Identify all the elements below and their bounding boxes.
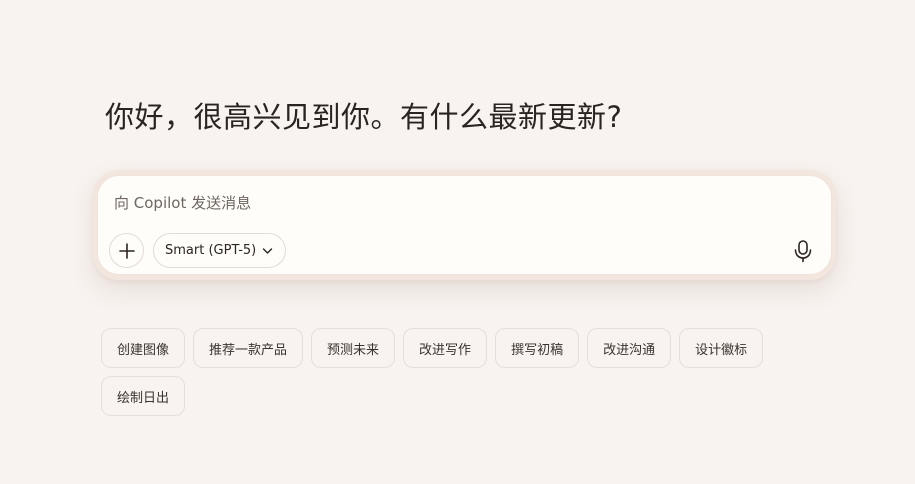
microphone-icon [793,239,813,263]
plus-icon [118,242,136,260]
model-selector-button[interactable]: Smart (GPT-5) [153,233,287,268]
suggestion-row: 创建图像 推荐一款产品 预测未来 改进写作 撰写初稿 改进沟通 设计徽标 [101,328,821,368]
model-selector-label: Smart (GPT-5) [165,243,257,258]
suggestion-create-image[interactable]: 创建图像 [101,328,186,368]
greeting-heading: 你好，很高兴见到你。有什么最新更新? [105,100,623,134]
suggestion-chips: 创建图像 推荐一款产品 预测未来 改进写作 撰写初稿 改进沟通 设计徽标 绘制日… [101,328,821,424]
chevron-down-icon [262,247,273,255]
microphone-button[interactable] [790,237,816,265]
copilot-home: 你好，很高兴见到你。有什么最新更新? Smart (GPT-5) [0,0,915,484]
message-composer: Smart (GPT-5) [97,175,832,275]
suggestion-row: 绘制日出 [101,376,821,416]
message-input[interactable] [114,190,794,216]
suggestion-predict-future[interactable]: 预测未来 [311,328,396,368]
suggestion-design-logo[interactable]: 设计徽标 [679,328,764,368]
suggestion-draw-sunrise[interactable]: 绘制日出 [101,376,186,416]
suggestion-write-draft[interactable]: 撰写初稿 [495,328,580,368]
suggestion-recommend-product[interactable]: 推荐一款产品 [193,328,304,368]
suggestion-improve-communication[interactable]: 改进沟通 [587,328,672,368]
add-attachment-button[interactable] [109,233,144,268]
suggestion-improve-writing[interactable]: 改进写作 [403,328,488,368]
